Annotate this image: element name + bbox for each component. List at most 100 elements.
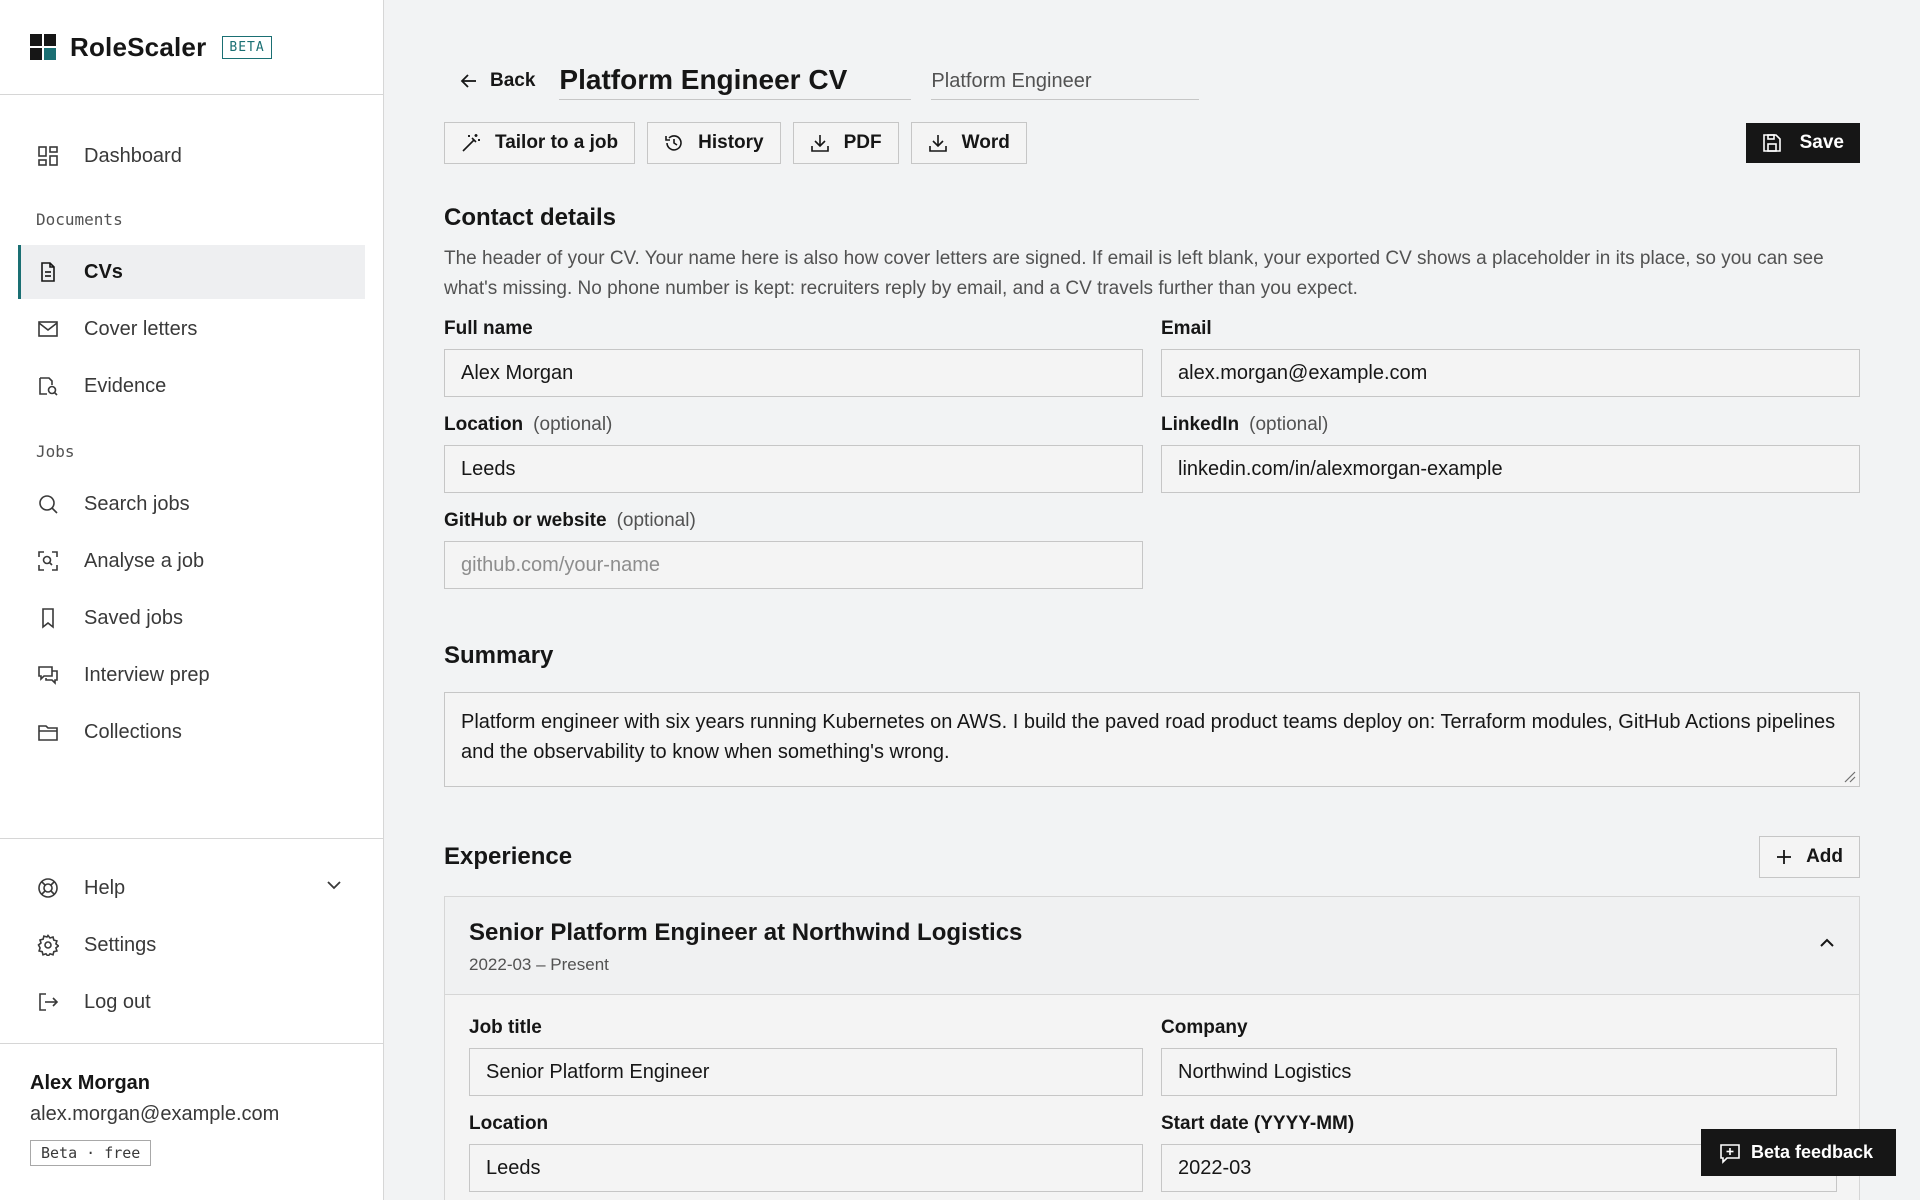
sidebar-item-interview-prep[interactable]: Interview prep (18, 648, 365, 702)
label-text: GitHub or website (444, 510, 607, 531)
sidebar-item-label: Log out (84, 990, 151, 1013)
document-icon (36, 260, 60, 284)
chevron-down-icon[interactable] (325, 876, 343, 900)
experience-section-title: Experience (444, 843, 573, 870)
sidebar-item-label: Help (84, 876, 126, 899)
sidebar-item-label: Collections (84, 720, 182, 743)
mail-icon (36, 317, 60, 341)
sidebar-item-label: Cover letters (84, 317, 198, 340)
sidebar: RoleScaler BETA Dashboard Documents CVs … (0, 0, 384, 1200)
dashboard-icon (36, 144, 60, 168)
full-name-field[interactable] (444, 349, 1143, 397)
start-date-label: Start date (YYYY-MM) (1161, 1113, 1354, 1135)
save-button[interactable]: Save (1745, 123, 1860, 163)
sidebar-item-label: Evidence (84, 374, 167, 397)
feedback-label: Beta feedback (1751, 1142, 1874, 1162)
contact-description: The header of your CV. Your name here is… (444, 248, 1824, 299)
target-role-input[interactable] (931, 64, 1200, 100)
optional-hint: (optional) (533, 414, 613, 435)
cv-editor: Back Tailor to a job History PDF Word Sa… (444, 0, 1860, 1200)
resize-handle-icon[interactable] (1842, 769, 1856, 783)
email-label: Email (1161, 318, 1212, 340)
plus-icon (1777, 850, 1792, 864)
sidebar-item-analyse-job[interactable]: Analyse a job (18, 534, 365, 588)
summary-textarea[interactable]: Platform engineer with six years running… (444, 692, 1860, 787)
sidebar-item-settings[interactable]: Settings (18, 918, 365, 972)
experience-entry: Senior Platform Engineer at Northwind Lo… (444, 896, 1860, 1200)
experience-entry-header[interactable]: Senior Platform Engineer at Northwind Lo… (445, 897, 1859, 995)
email-field[interactable] (1161, 349, 1860, 397)
sidebar-item-cover-letters[interactable]: Cover letters (18, 302, 365, 356)
linkedin-field[interactable] (1161, 445, 1860, 493)
magic-wand-icon (462, 134, 480, 152)
label-text: Company (1161, 1017, 1248, 1038)
download-icon (928, 135, 947, 152)
chevron-up-icon[interactable] (1817, 933, 1837, 958)
sidebar-nav: Dashboard Documents CVs Cover letters Ev… (0, 95, 383, 759)
download-icon (810, 135, 829, 152)
sidebar-item-saved-jobs[interactable]: Saved jobs (18, 591, 365, 645)
folder-icon (36, 720, 60, 744)
sidebar-item-evidence[interactable]: Evidence (18, 359, 365, 413)
back-label: Back (490, 70, 536, 91)
contact-section-title: Contact details (444, 204, 617, 231)
company-field[interactable] (1161, 1048, 1837, 1096)
sidebar-item-label: Search jobs (84, 492, 190, 515)
job-title-field[interactable] (469, 1048, 1143, 1096)
nav-heading-documents: Documents (36, 209, 123, 229)
save-label: Save (1799, 132, 1844, 153)
experience-entry-title: Senior Platform Engineer at Northwind Lo… (469, 919, 1023, 946)
sidebar-item-label: Settings (84, 933, 157, 956)
history-icon (665, 135, 682, 151)
editor-toolbar: Tailor to a job History PDF Word Save (444, 122, 1860, 164)
job-location-field[interactable] (469, 1144, 1143, 1192)
label-text: Email (1161, 318, 1212, 339)
history-button[interactable]: History (647, 122, 781, 164)
sidebar-item-label: Interview prep (84, 663, 210, 686)
sidebar-item-search-jobs[interactable]: Search jobs (18, 477, 365, 531)
job-location-label: Location (469, 1113, 548, 1135)
save-icon (1762, 134, 1781, 152)
location-field[interactable] (444, 445, 1143, 493)
tailor-button[interactable]: Tailor to a job (444, 122, 636, 164)
evidence-icon (36, 374, 60, 398)
cv-title-input[interactable] (559, 60, 912, 100)
word-download-button[interactable]: Word (910, 122, 1027, 164)
summary-text: Platform engineer with six years running… (461, 711, 1836, 763)
add-experience-button[interactable]: Add (1759, 836, 1860, 878)
user-profile: Alex Morgan alex.morgan@example.com Beta… (0, 1043, 383, 1200)
scan-icon (36, 549, 60, 573)
beta-feedback-button[interactable]: Beta feedback (1701, 1129, 1896, 1176)
user-name: Alex Morgan (30, 1072, 151, 1094)
tailor-label: Tailor to a job (495, 132, 619, 153)
summary-section-title: Summary (444, 642, 554, 669)
github-label: GitHub or website (optional) (444, 510, 696, 532)
back-button[interactable]: Back (444, 62, 551, 100)
sidebar-item-logout[interactable]: Log out (18, 975, 365, 1029)
chat-icon (36, 663, 60, 687)
beta-badge: BETA (222, 35, 272, 59)
feedback-icon (1720, 1143, 1740, 1164)
sidebar-item-dashboard[interactable]: Dashboard (18, 129, 365, 183)
app-name: RoleScaler (70, 31, 207, 62)
help-icon (36, 876, 60, 900)
arrow-left-icon (460, 74, 476, 88)
sidebar-bottom-nav: Help Settings Log out (0, 838, 383, 1032)
label-text: Job title (469, 1017, 542, 1038)
label-text: LinkedIn (1161, 414, 1240, 435)
sidebar-item-label: Analyse a job (84, 549, 205, 572)
sidebar-item-help[interactable]: Help (18, 861, 365, 915)
label-text: Location (469, 1113, 549, 1134)
search-icon (36, 492, 60, 516)
gear-icon (36, 933, 60, 957)
sidebar-item-cvs[interactable]: CVs (18, 245, 365, 299)
github-field[interactable] (444, 541, 1143, 589)
job-title-label: Job title (469, 1017, 542, 1039)
sidebar-item-collections[interactable]: Collections (18, 705, 365, 759)
pdf-download-button[interactable]: PDF (792, 122, 899, 164)
word-label: Word (961, 132, 1010, 153)
optional-hint: (optional) (1249, 414, 1329, 435)
history-label: History (698, 132, 764, 153)
full-name-label: Full name (444, 318, 533, 340)
nav-heading-jobs: Jobs (36, 441, 75, 461)
